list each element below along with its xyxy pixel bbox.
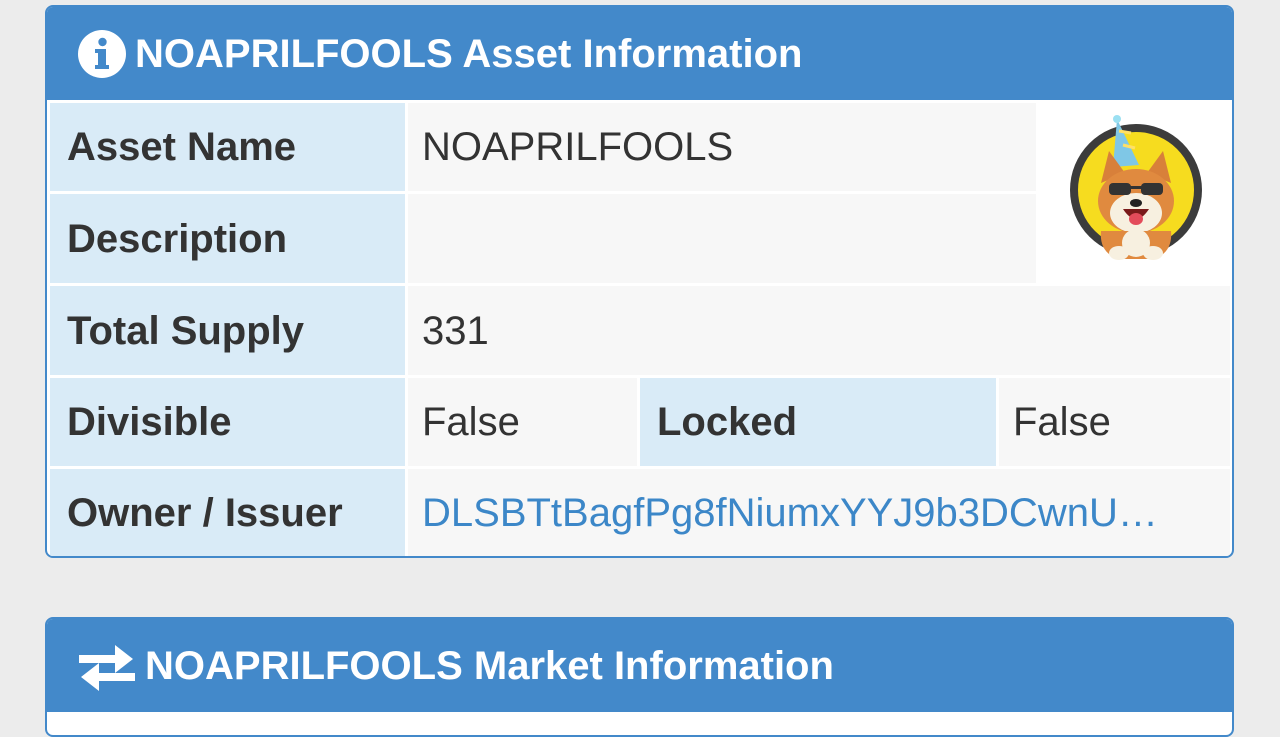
market-information-panel: NOAPRILFOOLS Market Information [45, 617, 1234, 737]
description-label: Description [50, 194, 405, 283]
exchange-arrows-icon [79, 645, 135, 691]
total-supply-label: Total Supply [50, 286, 405, 375]
market-panel-title: NOAPRILFOOLS Market Information [145, 644, 834, 688]
asset-information-panel: NOAPRILFOOLS Asset Information Asset Nam… [45, 5, 1234, 558]
description-value [408, 194, 1036, 283]
locked-label: Locked [640, 378, 996, 466]
owner-issuer-link[interactable]: DLSBTtBagfPg8fNiumxYYJ9b3DCwnU… [408, 469, 1230, 556]
asset-name-label: Asset Name [50, 103, 405, 191]
asset-panel-header: NOAPRILFOOLS Asset Information [47, 7, 1232, 100]
market-panel-header: NOAPRILFOOLS Market Information [47, 619, 1232, 712]
locked-value: False [999, 378, 1230, 466]
divisible-value: False [408, 378, 637, 466]
shiba-dog-party-hat-avatar [1070, 115, 1202, 260]
asset-panel-title: NOAPRILFOOLS Asset Information [135, 32, 803, 76]
owner-issuer-label: Owner / Issuer [50, 469, 405, 556]
asset-avatar-cell [1039, 103, 1232, 283]
info-circle-icon [78, 30, 126, 78]
total-supply-value: 331 [408, 286, 1230, 375]
divisible-label: Divisible [50, 378, 405, 466]
asset-name-value: NOAPRILFOOLS [408, 103, 1036, 191]
